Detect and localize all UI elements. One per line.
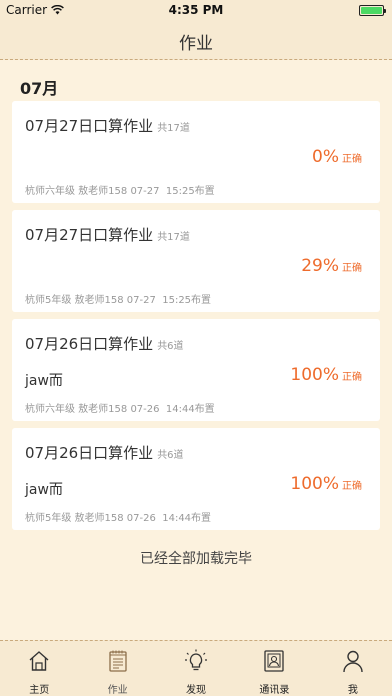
score-percent: 100%	[290, 365, 339, 385]
homework-card[interactable]: 07月27日口算作业 共17道 29% 正确 杭师5年级 敖老师158 07-2…	[12, 210, 380, 312]
card-meta: 杭师5年级 敖老师158 07-27 15:25布置	[25, 295, 212, 306]
card-title: 07月26日口算作业 共6道	[25, 333, 184, 354]
card-title: 07月27日口算作业 共17道	[25, 224, 190, 245]
tab-bar: 主页 作业 发现 通讯录 我	[0, 640, 392, 696]
tab-label: 通讯录	[259, 685, 290, 696]
card-meta: 杭师六年级 敖老师158 07-27 15:25布置	[25, 186, 215, 197]
homework-card[interactable]: 07月26日口算作业 共6道 jaw而 100% 正确 杭师5年级 敖老师158…	[12, 428, 380, 530]
card-title-text: 07月26日口算作业	[25, 444, 154, 462]
score-label: 正确	[342, 481, 362, 492]
tab-homework[interactable]: 作业	[78, 641, 156, 696]
card-score: 0% 正确	[312, 147, 362, 167]
score-label: 正确	[342, 263, 362, 274]
score-percent: 29%	[301, 256, 339, 276]
end-of-list-text: 已经全部加载完毕	[140, 551, 252, 567]
card-score: 29% 正确	[301, 256, 362, 276]
card-total: 共17道	[157, 123, 190, 134]
tab-label: 发现	[186, 685, 207, 696]
card-title-text: 07月27日口算作业	[25, 226, 154, 244]
score-percent: 100%	[290, 474, 339, 494]
status-bar: Carrier 4:35 PM	[0, 0, 392, 20]
card-meta: 杭师5年级 敖老师158 07-26 14:44布置	[25, 513, 212, 524]
status-time: 4:35 PM	[168, 3, 224, 17]
card-total: 共6道	[157, 341, 184, 352]
battery-icon	[359, 5, 386, 16]
homework-icon	[108, 650, 127, 672]
card-score: 100% 正确	[290, 474, 362, 494]
card-total: 共6道	[157, 450, 184, 461]
tab-label: 主页	[29, 685, 50, 696]
discover-icon	[185, 649, 208, 671]
homework-card[interactable]: 07月27日口算作业 共17道 0% 正确 杭师六年级 敖老师158 07-27…	[12, 101, 380, 203]
score-percent: 0%	[312, 147, 339, 167]
home-icon	[29, 651, 49, 671]
card-subtitle: jaw而	[25, 482, 63, 498]
homework-list[interactable]: 07月 07月27日口算作业 共17道 0% 正确 杭师六年级 敖老师158 0…	[0, 61, 392, 636]
card-title: 07月27日口算作业 共17道	[25, 115, 190, 136]
tab-discover[interactable]: 发现	[157, 641, 235, 696]
tab-home[interactable]: 主页	[0, 641, 78, 696]
card-title-text: 07月26日口算作业	[25, 335, 154, 353]
card-title: 07月26日口算作业 共6道	[25, 442, 184, 463]
page-title: 作业	[179, 34, 213, 54]
tab-contacts[interactable]: 通讯录	[235, 641, 313, 696]
score-label: 正确	[342, 372, 362, 383]
homework-card[interactable]: 07月26日口算作业 共6道 jaw而 100% 正确 杭师六年级 敖老师158…	[12, 319, 380, 421]
tab-profile[interactable]: 我	[314, 641, 392, 696]
card-total: 共17道	[157, 232, 190, 243]
card-score: 100% 正确	[290, 365, 362, 385]
profile-icon	[343, 650, 363, 673]
card-title-text: 07月27日口算作业	[25, 117, 154, 135]
contacts-icon	[264, 650, 285, 672]
card-meta: 杭师六年级 敖老师158 07-26 14:44布置	[25, 404, 215, 415]
tab-label: 我	[347, 685, 358, 696]
score-label: 正确	[342, 154, 362, 165]
month-header: 07月	[20, 79, 59, 98]
card-subtitle: jaw而	[25, 373, 63, 389]
nav-bar: 作业	[0, 20, 392, 60]
tab-label: 作业	[107, 685, 128, 696]
